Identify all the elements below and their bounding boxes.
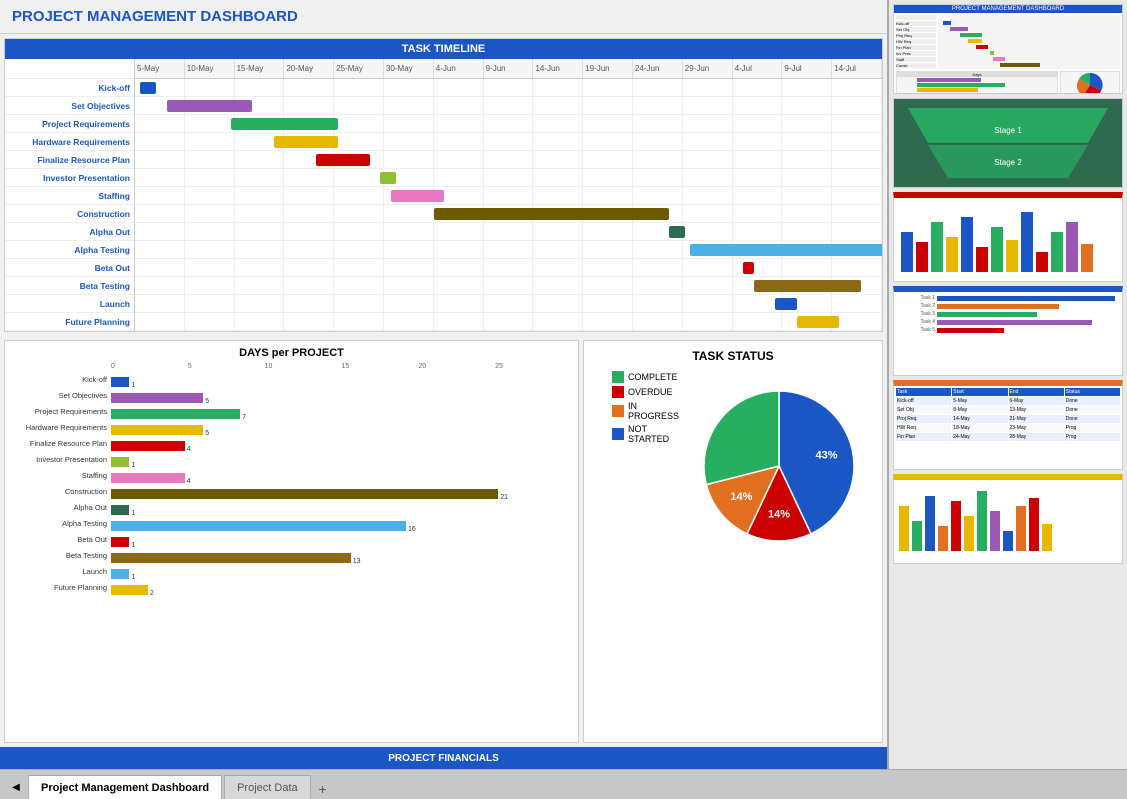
- x-axis-row: 0510152025: [111, 363, 572, 370]
- tab-add-button[interactable]: +: [313, 779, 333, 799]
- gantt-row-7: [135, 205, 882, 223]
- bar-row-4: Finalize Resource Plan4: [11, 436, 572, 450]
- gantt-row-10: [135, 259, 882, 277]
- gantt-label-6: Staffing: [5, 187, 134, 205]
- gantt-row-6: [135, 187, 882, 205]
- thumbnail-2[interactable]: Stage 1 Stage 2: [893, 98, 1123, 188]
- right-panel: PROJECT MANAGEMENT DASHBOARD Kick-off Se…: [887, 0, 1127, 769]
- thumbnail-3[interactable]: [893, 192, 1123, 282]
- bar-row-0: Kick-off1: [11, 372, 572, 386]
- gantt-body: Kick-off Set Objectives Project Requirem…: [5, 59, 882, 331]
- gantt-dates-row: 5-May10-May15-May20-May25-May30-May4-Jun…: [135, 59, 882, 79]
- gantt-label-9: Alpha Testing: [5, 241, 134, 259]
- bar-row-10: Beta Out1: [11, 532, 572, 546]
- gantt-label-3: Hardware Requirements: [5, 133, 134, 151]
- gantt-label-header: [5, 59, 134, 79]
- financials-bar: PROJECT FINANCIALS: [0, 747, 887, 769]
- tab-dashboard[interactable]: Project Management Dashboard: [28, 775, 222, 799]
- svg-text:Stage 2: Stage 2: [994, 158, 1022, 167]
- tab-bar: ◀ Project Management Dashboard Project D…: [0, 769, 1127, 799]
- gantt-row-2: [135, 115, 882, 133]
- bottom-charts: DAYS per PROJECT 0510152025 Kick-off1 Set…: [0, 336, 887, 747]
- gantt-label-11: Beta Testing: [5, 277, 134, 295]
- gantt-row-11: [135, 277, 882, 295]
- gantt-row-4: [135, 151, 882, 169]
- bar-row-1: Set Objectives5: [11, 388, 572, 402]
- task-status-title: TASK STATUS: [692, 349, 773, 363]
- gantt-row-5: [135, 169, 882, 187]
- gantt-labels: Kick-off Set Objectives Project Requirem…: [5, 59, 135, 331]
- gantt-label-4: Finalize Resource Plan: [5, 151, 134, 169]
- gantt-label-13: Future Planning: [5, 313, 134, 331]
- gantt-row-3: [135, 133, 882, 151]
- gantt-row-1: [135, 97, 882, 115]
- gantt-label-7: Construction: [5, 205, 134, 223]
- tab-project-data[interactable]: Project Data: [224, 775, 311, 799]
- tab-arrow[interactable]: ◀: [8, 775, 24, 799]
- gantt-label-1: Set Objectives: [5, 97, 134, 115]
- thumb1-content: Kick-off Set Obj Proj Req HW Req Fin Pla…: [894, 13, 1122, 94]
- bar-row-8: Alpha Out1: [11, 500, 572, 514]
- svg-text:14%: 14%: [768, 509, 790, 521]
- bar-row-13: Future Planning2: [11, 580, 572, 594]
- thumbnail-1[interactable]: PROJECT MANAGEMENT DASHBOARD Kick-off Se…: [893, 4, 1123, 94]
- pie-chart: 43% 14% 14%: [679, 371, 879, 551]
- days-bars: Kick-off1 Set Objectives5 Project Requirem…: [11, 372, 572, 594]
- gantt-row-0: [135, 79, 882, 97]
- bar-row-5: Investor Presentation1: [11, 452, 572, 466]
- bar-row-7: Construction21: [11, 484, 572, 498]
- thumbnail-4[interactable]: Task 1 Task 2 Task 3 Task 4: [893, 286, 1123, 376]
- gantt-rows-area: [135, 79, 882, 331]
- bar-row-9: Alpha Testing16: [11, 516, 572, 530]
- days-chart: DAYS per PROJECT 0510152025 Kick-off1 Set…: [4, 340, 579, 743]
- svg-text:43%: 43%: [816, 449, 838, 461]
- gantt-row-8: [135, 223, 882, 241]
- thumb1-header: PROJECT MANAGEMENT DASHBOARD: [894, 5, 1122, 13]
- main-container: PROJECT MANAGEMENT DASHBOARD TASK TIMELI…: [0, 0, 1127, 799]
- gantt-row-9: [135, 241, 882, 259]
- bar-row-6: Staffing4: [11, 468, 572, 482]
- thumbnail-6[interactable]: [893, 474, 1123, 564]
- gantt-label-12: Launch: [5, 295, 134, 313]
- gantt-chart-area: 5-May10-May15-May20-May25-May30-May4-Jun…: [135, 59, 882, 331]
- svg-text:Stage 1: Stage 1: [994, 126, 1022, 135]
- days-chart-title: DAYS per PROJECT: [11, 347, 572, 359]
- bar-row-2: Project Requirements7: [11, 404, 572, 418]
- page-title: PROJECT MANAGEMENT DASHBOARD: [0, 0, 887, 34]
- gantt-row-12: [135, 295, 882, 313]
- gantt-label-2: Project Requirements: [5, 115, 134, 133]
- content-area: PROJECT MANAGEMENT DASHBOARD TASK TIMELI…: [0, 0, 1127, 769]
- thumbnail-5[interactable]: Task Start End Status Kick-off 5-May 6-M…: [893, 380, 1123, 470]
- bar-row-3: Hardware Requirements5: [11, 420, 572, 434]
- gantt-row-13: [135, 313, 882, 331]
- gantt-header: TASK TIMELINE: [5, 39, 882, 59]
- task-status-section: TASK STATUS COMPLETEOVERDUEIN PROGRESSNO…: [583, 340, 883, 743]
- left-panel: PROJECT MANAGEMENT DASHBOARD TASK TIMELI…: [0, 0, 887, 769]
- gantt-label-8: Alpha Out: [5, 223, 134, 241]
- bar-row-12: Launch1: [11, 564, 572, 578]
- bar-row-11: Beta Testing13: [11, 548, 572, 562]
- gantt-label-10: Beta Out: [5, 259, 134, 277]
- status-legend: COMPLETEOVERDUEIN PROGRESSNOT STARTED: [612, 371, 679, 447]
- svg-text:14%: 14%: [730, 491, 752, 503]
- gantt-label-5: Investor Presentation: [5, 169, 134, 187]
- gantt-label-0: Kick-off: [5, 79, 134, 97]
- gantt-chart: TASK TIMELINE Kick-off Set Objectives Pr…: [4, 38, 883, 332]
